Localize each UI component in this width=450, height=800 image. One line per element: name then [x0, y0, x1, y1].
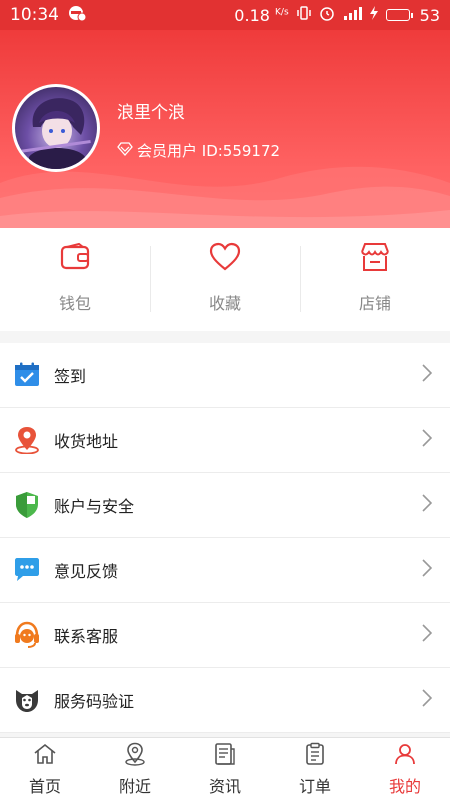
settings-menu: 签到 收货地址 账户与安全 意见反馈 联系客服 服务码验证 — [0, 343, 450, 733]
quick-action-label: 收藏 — [208, 294, 241, 313]
tab-nearby[interactable]: 附近 — [90, 738, 180, 800]
notification-icon — [67, 5, 87, 25]
battery-icon — [385, 9, 413, 21]
menu-item-account-security[interactable]: 账户与安全 — [0, 473, 450, 538]
location-pin-icon — [12, 425, 42, 455]
member-id-text: 会员用户 ID:559172 — [137, 142, 281, 160]
home-icon — [33, 742, 57, 770]
profile-header: 浪里个浪 会员用户 ID:559172 — [0, 30, 450, 228]
heart-icon — [209, 242, 241, 276]
location-icon — [123, 742, 147, 770]
chevron-right-icon — [422, 559, 433, 581]
chevron-right-icon — [422, 364, 433, 386]
menu-item-label: 意见反馈 — [54, 562, 119, 581]
dog-icon — [12, 685, 42, 715]
quick-action-store[interactable]: 店铺 — [300, 228, 450, 331]
wallet-icon — [59, 242, 91, 276]
menu-item-feedback[interactable]: 意见反馈 — [0, 538, 450, 603]
headset-icon — [12, 620, 42, 650]
menu-item-label: 服务码验证 — [54, 692, 135, 711]
tab-label: 资讯 — [208, 776, 241, 796]
store-icon — [359, 242, 391, 276]
menu-item-checkin[interactable]: 签到 — [0, 343, 450, 408]
tab-mine[interactable]: 我的 — [360, 738, 450, 800]
diamond-icon — [117, 141, 133, 160]
member-info: 会员用户 ID:559172 — [117, 140, 280, 161]
menu-item-customer-service[interactable]: 联系客服 — [0, 603, 450, 668]
username: 浪里个浪 — [117, 103, 185, 123]
menu-item-label: 收货地址 — [54, 432, 119, 451]
chevron-right-icon — [422, 689, 433, 711]
chevron-right-icon — [422, 494, 433, 516]
vibrate-icon — [296, 5, 312, 25]
order-icon — [303, 742, 327, 770]
menu-item-service-code[interactable]: 服务码验证 — [0, 668, 450, 733]
user-icon — [393, 742, 417, 770]
quick-action-label: 钱包 — [58, 294, 91, 313]
bottom-tab-bar: 首页 附近 资讯 订单 我的 — [0, 737, 450, 800]
chevron-right-icon — [422, 429, 433, 451]
quick-action-favorites[interactable]: 收藏 — [150, 228, 300, 331]
status-time: 10:34 — [10, 5, 59, 25]
shield-icon — [12, 490, 42, 520]
charging-icon — [369, 5, 379, 25]
quick-action-label: 店铺 — [358, 294, 391, 313]
battery-level: 53 — [419, 5, 440, 25]
tab-news[interactable]: 资讯 — [180, 738, 270, 800]
alarm-icon — [319, 5, 335, 25]
network-speed: 0.18 K/s — [234, 5, 289, 25]
tab-label: 首页 — [28, 776, 61, 796]
menu-item-shipping-address[interactable]: 收货地址 — [0, 408, 450, 473]
avatar[interactable] — [12, 84, 100, 172]
tab-label: 订单 — [298, 776, 331, 796]
status-bar: 10:34 0.18 K/s 53 — [0, 0, 450, 30]
chat-bubble-icon — [12, 555, 42, 585]
chevron-right-icon — [422, 624, 433, 646]
tab-orders[interactable]: 订单 — [270, 738, 360, 800]
tab-home[interactable]: 首页 — [0, 738, 90, 800]
tab-label: 附近 — [118, 776, 151, 796]
signal-icon — [342, 5, 362, 25]
menu-item-label: 账户与安全 — [54, 497, 135, 516]
menu-item-label: 联系客服 — [54, 627, 119, 646]
news-icon — [213, 742, 237, 770]
calendar-check-icon — [12, 360, 42, 390]
tab-label: 我的 — [388, 776, 421, 796]
quick-action-wallet[interactable]: 钱包 — [0, 228, 150, 331]
quick-actions: 钱包 收藏 店铺 — [0, 228, 450, 331]
menu-item-label: 签到 — [54, 367, 87, 386]
